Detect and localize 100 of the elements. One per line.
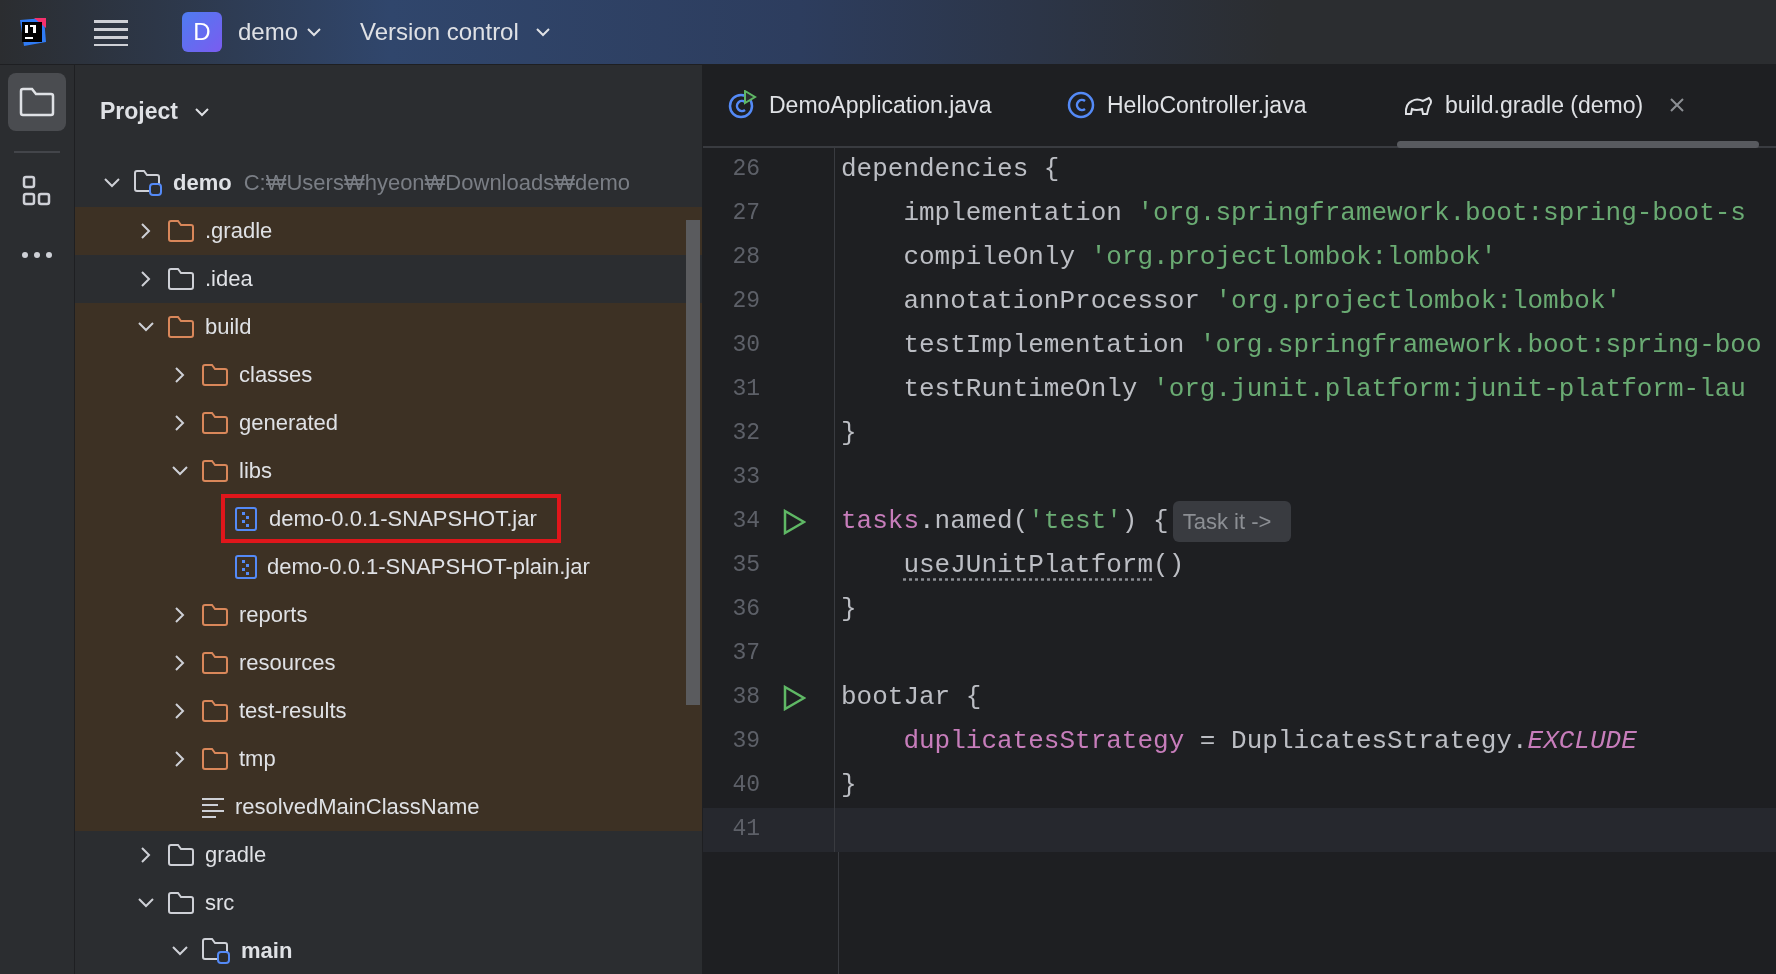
line-number: 32 [731,419,760,449]
module-folder-icon [133,168,163,197]
line-number: 35 [731,551,760,581]
line-number: 28 [731,243,760,273]
line-number: 27 [731,199,760,229]
tree-item-label: gradle [205,841,267,870]
tree-row[interactable]: libs [75,446,702,495]
tree-item-label: src [205,889,235,918]
close-icon[interactable] [1669,97,1686,114]
tree-row[interactable]: generated [75,398,702,447]
run-icon[interactable] [782,508,806,535]
project-path: C:₩Users₩hyeon₩Downloads₩demo [243,169,630,198]
tree-row[interactable]: .gradle [75,206,702,255]
menu-icon[interactable] [94,17,128,46]
folder-icon [201,698,229,723]
inlay-hint: Task it -> [1172,501,1292,543]
line-number: 26 [731,155,760,185]
line-number: 39 [731,727,760,757]
code-line: } [840,417,857,451]
tab-label: build.gradle (demo) [1445,90,1644,120]
line-number: 29 [731,287,760,317]
editor-tab[interactable]: HelloController.java [1047,64,1383,146]
folder-icon [167,266,195,291]
tree-row[interactable]: src [75,878,702,927]
tree-row[interactable]: tmp [75,734,702,783]
editor-tab[interactable]: build.gradle (demo) [1383,64,1763,146]
line-number: 37 [731,639,760,669]
tree-item-label: build [205,313,252,342]
run-icon[interactable] [782,684,806,711]
tree-item-label: classes [239,361,313,390]
code-line: compileOnly 'org.projectlombok:lombok' [902,241,1497,275]
editor-tab[interactable]: DemoApplication.java [707,64,1047,146]
tree-row[interactable]: .idea [75,254,702,303]
tree-item-label: test-results [239,697,347,726]
tree-row[interactable]: test-results [75,686,702,735]
module-folder-icon [201,936,231,965]
code-line: useJUnitPlatform() [902,549,1185,583]
folder-icon [19,86,55,117]
code-line: } [840,769,857,803]
vcs-widget[interactable]: Version control [352,9,559,54]
tree-row[interactable]: resolvedMainClassName [75,782,702,831]
tree-item-label: libs [239,457,272,486]
folder-icon [167,218,195,243]
more-icon[interactable] [21,250,53,259]
tree-row[interactable]: build [75,302,702,351]
caret-icon [534,26,551,37]
jar-file-icon [235,506,257,531]
class-run-icon [727,90,757,121]
line-number: 36 [731,595,760,625]
tree-item-label: demo-0.0.1-SNAPSHOT-plain.jar [267,553,590,582]
structure-icon[interactable] [22,174,52,207]
tree-row[interactable]: demo-0.0.1-SNAPSHOT-plain.jar [75,542,702,591]
tab-label: DemoApplication.java [769,90,992,120]
tree-item-label: main [241,937,293,966]
code-line: tasks.named('test') { [840,505,1169,539]
jar-file-icon [235,554,257,579]
folder-icon [167,890,195,915]
tree-item-label: demo [173,169,232,198]
tab-label: HelloController.java [1107,90,1307,120]
tree-row[interactable]: reports [75,590,702,639]
tree-item-label: resources [239,649,336,678]
panel-title: Project [100,97,178,127]
line-number: 38 [731,683,760,713]
caret-icon[interactable] [194,106,210,117]
tree-row[interactable]: resources [75,638,702,687]
tree-item-label: tmp [239,745,276,774]
project-name: demo [238,16,299,47]
tree-item-label: resolvedMainClassName [235,793,480,822]
folder-icon [201,650,229,675]
folder-icon [167,314,195,339]
code-line: testRuntimeOnly 'org.junit.platform:junit-platform-lau [902,373,1746,407]
line-number: 40 [731,771,760,801]
project-tool-button[interactable] [8,72,66,131]
code-line: } [840,593,857,627]
code-line: implementation 'org.springframework.boot:spring-boot-s [902,197,1746,231]
folder-icon [167,842,195,867]
folder-icon [201,746,229,771]
tree-item-label: generated [239,409,339,438]
line-number: 34 [731,507,760,537]
line-number: 31 [731,375,760,405]
tree-item-label: .idea [205,265,253,294]
tree-row[interactable]: demo C:₩Users₩hyeon₩Downloads₩demo [75,158,702,207]
project-widget[interactable]: D demo [174,7,331,56]
code-line: testImplementation 'org.springframework.boot:spring-boo [902,329,1762,363]
tree-row[interactable]: main [75,926,702,974]
tree-item-label: reports [239,601,308,630]
project-badge: D [182,11,222,52]
line-number: 33 [731,463,760,493]
tree-item-label: demo-0.0.1-SNAPSHOT.jar [269,505,537,534]
folder-icon [201,362,229,387]
code-line: annotationProcessor 'org.projectlombok:lombok' [902,285,1622,319]
scrollbar-thumb[interactable] [686,219,700,705]
folder-icon [201,458,229,483]
code-line: bootJar { [840,681,982,715]
line-number: 30 [731,331,760,361]
tree-row[interactable]: demo-0.0.1-SNAPSHOT.jar [75,494,702,543]
caret-icon [306,26,323,37]
class-icon [1067,91,1095,120]
tree-row[interactable]: classes [75,350,702,399]
tree-row[interactable]: gradle [75,830,702,879]
